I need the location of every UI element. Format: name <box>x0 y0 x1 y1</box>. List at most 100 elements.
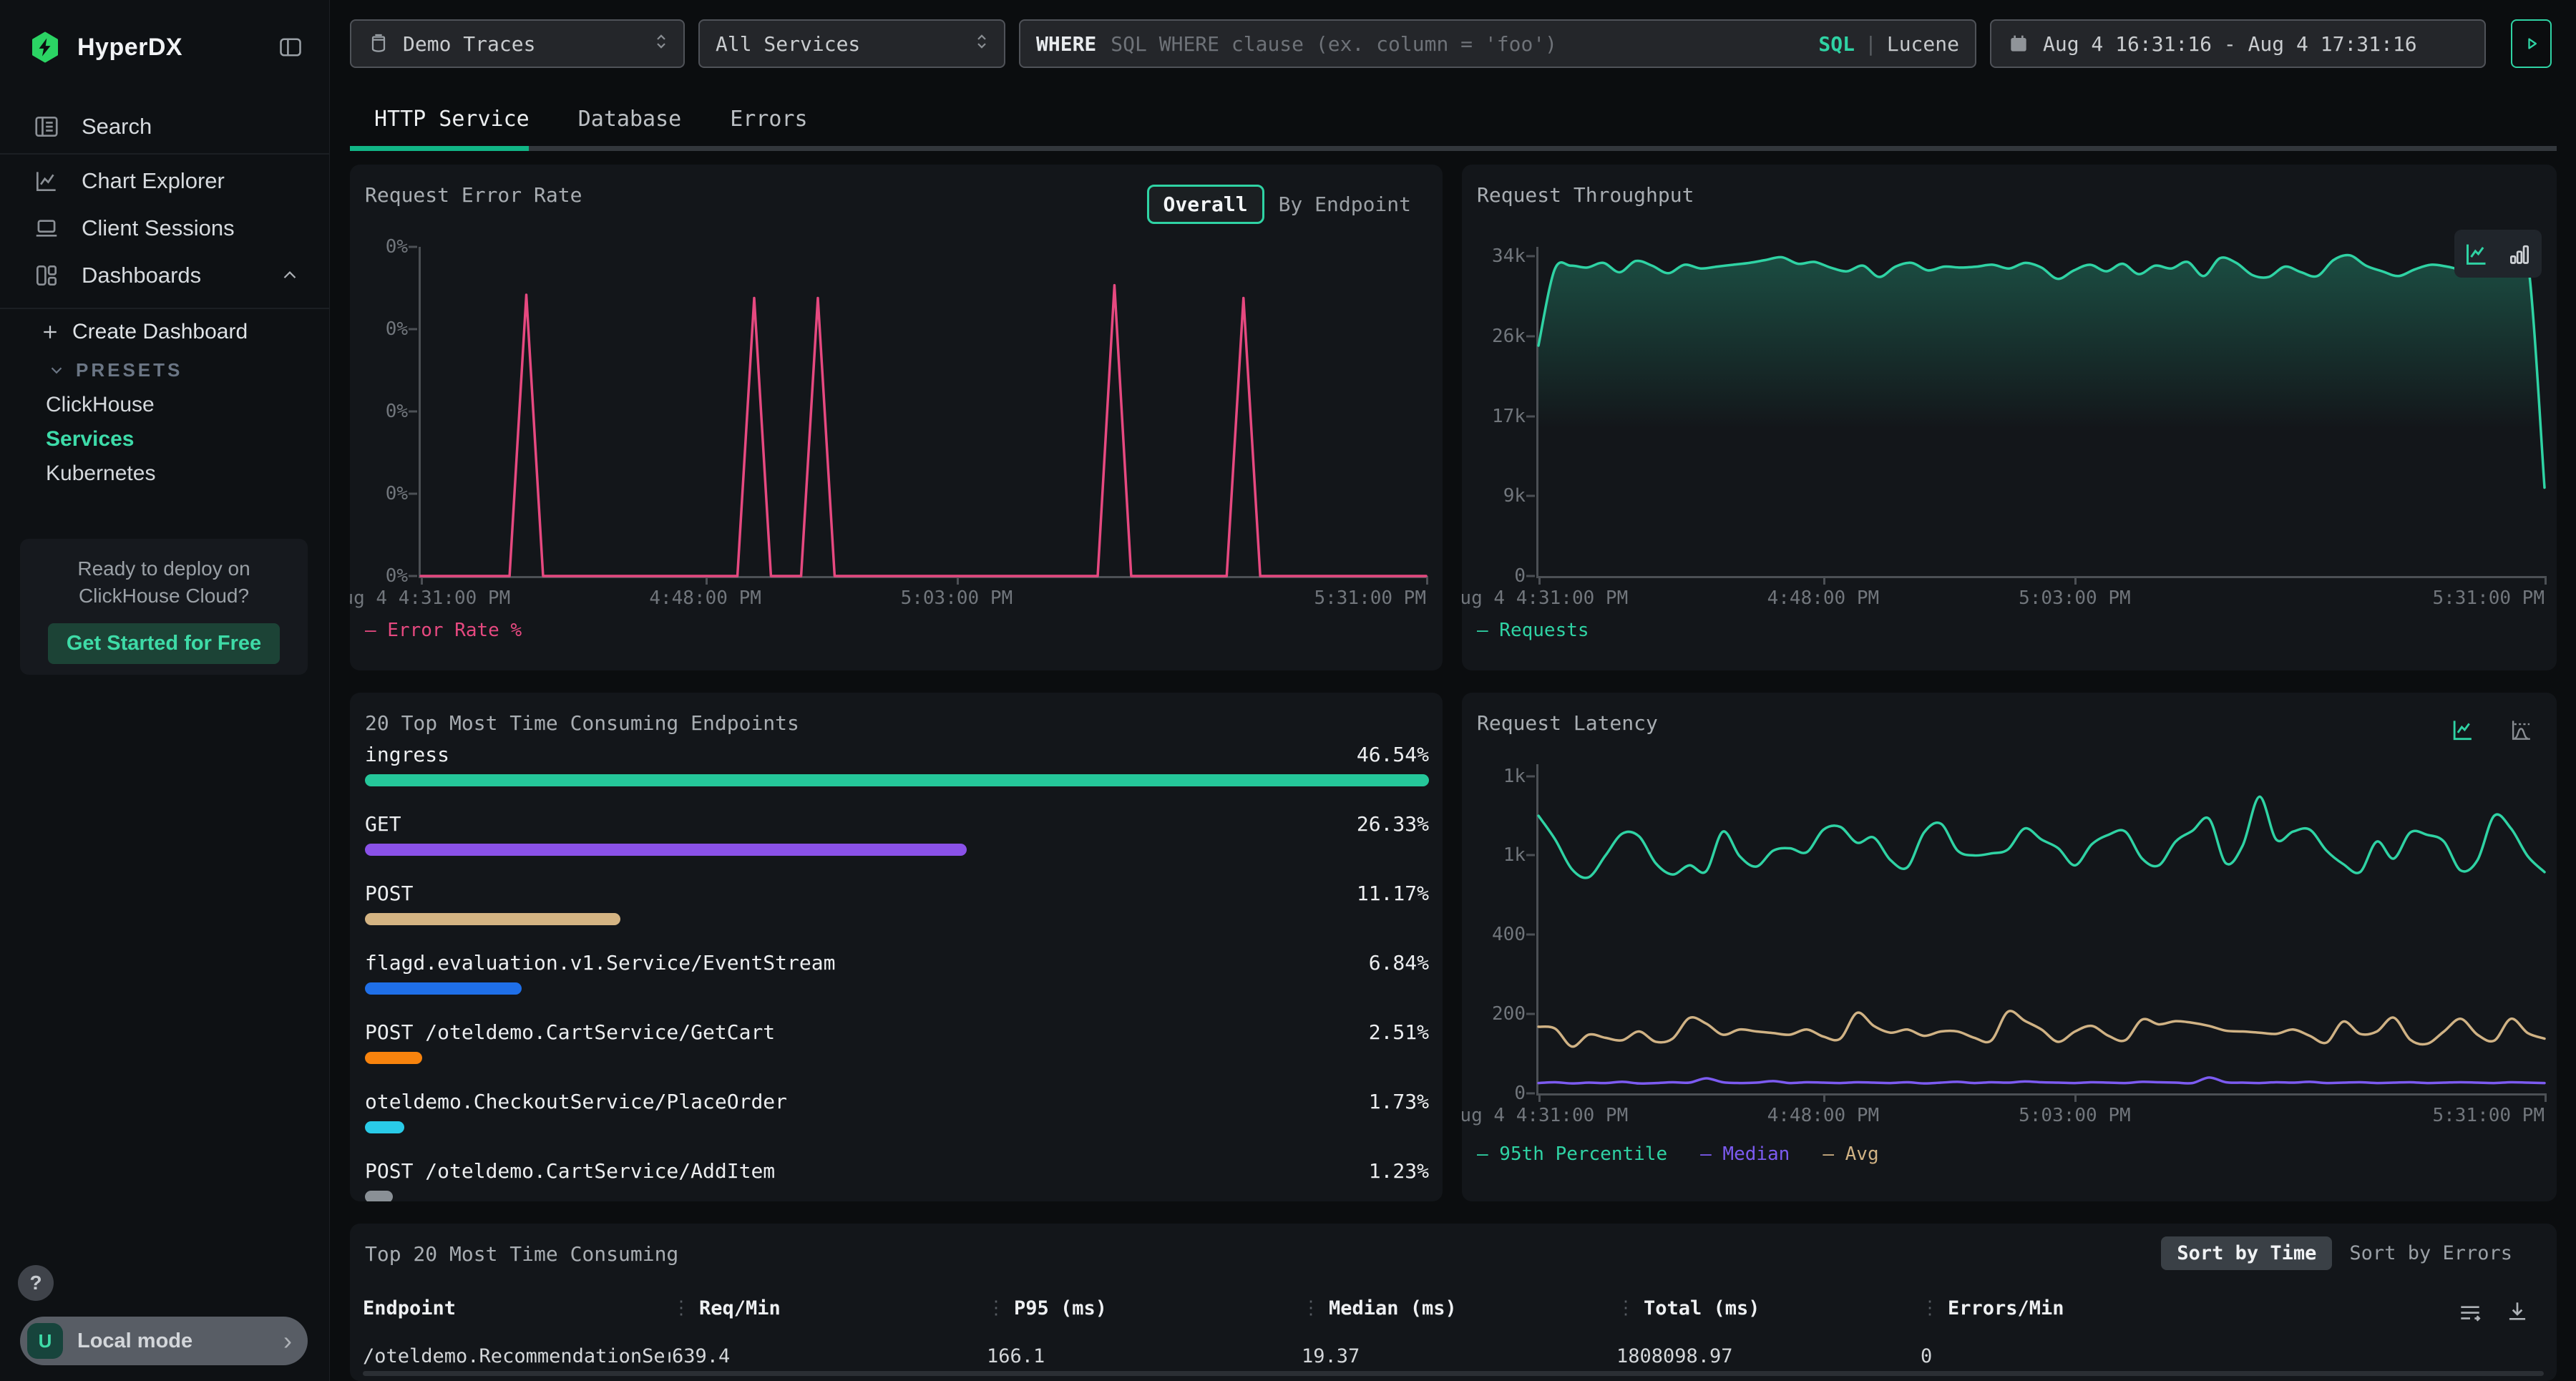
legend-95th-percentile[interactable]: — 95th Percentile <box>1477 1143 1667 1165</box>
column-header[interactable]: ⋮Total (ms) <box>1616 1292 1921 1324</box>
download-icon[interactable] <box>2504 1298 2531 1325</box>
endpoint-row[interactable]: GET26.33% <box>365 809 1429 879</box>
column-header[interactable]: ⋮Median (ms) <box>1302 1292 1616 1324</box>
tab-errors[interactable]: Errors <box>706 107 831 132</box>
legend-median[interactable]: — Median <box>1700 1143 1790 1165</box>
x-axis-tick: 5:03:00 PM <box>2019 1105 2131 1126</box>
endpoint-label: POST /oteldemo.CartService/AddItem <box>365 1159 775 1183</box>
select-chevrons-icon <box>650 31 672 57</box>
sidebar-item-services[interactable]: Services <box>0 422 329 457</box>
panel-title: 20 Top Most Time Consuming Endpoints <box>365 711 799 735</box>
column-header[interactable]: ⋮P95 (ms) <box>987 1292 1302 1324</box>
chevron-up-icon[interactable] <box>279 265 301 286</box>
x-axis-tick-mark <box>2074 1093 2077 1102</box>
overall-toggle-button[interactable]: Overall <box>1147 185 1264 224</box>
table-row[interactable]: /oteldemo.RecommendationServ639.4166.119… <box>363 1324 2478 1367</box>
endpoints-list: ingress46.54%GET26.33%POST11.17%flagd.ev… <box>365 740 1429 1201</box>
x-axis-tick-mark <box>421 576 423 585</box>
chart-explorer-icon <box>33 167 60 195</box>
legend-error-rate-[interactable]: — Error Rate % <box>365 620 522 641</box>
table-cell: 19.37 <box>1302 1324 1616 1367</box>
sidebar-item-dashboards[interactable]: Dashboards <box>0 252 329 299</box>
line-chart-icon[interactable] <box>2449 716 2477 743</box>
presets-label: PRESETS <box>76 359 182 381</box>
create-dashboard-button[interactable]: Create Dashboard <box>0 312 329 352</box>
latency-chart[interactable]: 02004001k1kAug 4 4:31:00 PM4:48:00 PM5:0… <box>1536 764 2545 1095</box>
endpoint-row[interactable]: flagd.evaluation.v1.Service/EventStream6… <box>365 948 1429 1018</box>
user-avatar: U <box>27 1323 63 1359</box>
y-axis-tick: 1k <box>1503 844 1526 866</box>
drag-handle-icon[interactable]: ⋮ <box>1921 1297 1939 1319</box>
drag-handle-icon[interactable]: ⋮ <box>987 1297 1005 1319</box>
run-query-button[interactable] <box>2511 19 2552 68</box>
histogram-icon[interactable] <box>2508 716 2535 743</box>
column-header[interactable]: Endpoint <box>363 1292 672 1324</box>
sort-by-time-button[interactable]: Sort by Time <box>2161 1236 2332 1270</box>
date-range-picker[interactable]: Aug 4 16:31:16 - Aug 4 17:31:16 <box>1990 19 2486 68</box>
help-button[interactable]: ? <box>18 1265 54 1301</box>
endpoint-row[interactable]: POST /oteldemo.CartService/GetCart2.51% <box>365 1018 1429 1087</box>
local-mode-label: Local mode <box>77 1329 192 1353</box>
presets-toggle[interactable]: PRESETS <box>0 353 329 386</box>
dashboards-icon <box>33 262 60 289</box>
preset-label: Kubernetes <box>46 462 155 486</box>
local-mode-button[interactable]: U Local mode › <box>20 1317 308 1365</box>
promo-text: ClickHouse Cloud? <box>20 585 308 607</box>
y-axis-tick-mark <box>409 575 417 577</box>
sort-by-errors-button[interactable]: Sort by Errors <box>2336 1236 2525 1270</box>
endpoint-bar <box>365 913 1429 925</box>
endpoint-row[interactable]: POST11.17% <box>365 879 1429 948</box>
y-axis-tick: 1k <box>1503 766 1526 787</box>
endpoint-bar <box>365 1052 1429 1064</box>
sidebar-item-search[interactable]: Search <box>0 100 329 153</box>
column-header[interactable]: ⋮Req/Min <box>672 1292 987 1324</box>
endpoint-bar <box>365 844 1429 856</box>
y-axis-tick-mark <box>409 328 417 331</box>
endpoint-row[interactable]: POST /oteldemo.CartService/AddItem1.23% <box>365 1156 1429 1201</box>
sql-mode-toggle[interactable]: SQL <box>1818 32 1855 56</box>
x-axis-tick: Aug 4 4:31:00 PM <box>1462 1105 1628 1126</box>
y-axis-tick-mark <box>409 493 417 495</box>
x-axis-tick-mark <box>1823 1093 1825 1102</box>
drag-handle-icon[interactable]: ⋮ <box>1616 1297 1635 1319</box>
drag-handle-icon[interactable]: ⋮ <box>672 1297 691 1319</box>
service-select[interactable]: All Services <box>698 19 1005 68</box>
sidebar-item-client-sessions[interactable]: Client Sessions <box>0 205 329 252</box>
endpoint-bar <box>365 1191 1429 1201</box>
horizontal-scrollbar[interactable] <box>363 1371 2544 1376</box>
sidebar-item-chart-explorer[interactable]: Chart Explorer <box>0 157 329 205</box>
bar-chart-icon[interactable] <box>2505 240 2534 268</box>
error-rate-chart[interactable]: 0%0%0%0%0%Aug 4 4:31:00 PM4:48:00 PM5:03… <box>419 247 1426 578</box>
legend-avg[interactable]: — Avg <box>1823 1143 1878 1165</box>
tab-http-service[interactable]: HTTP Service <box>350 107 554 132</box>
throughput-chart[interactable]: 09k17k26k34kAug 4 4:31:00 PM4:48:00 PM5:… <box>1536 247 2545 578</box>
column-settings-icon[interactable] <box>2457 1298 2484 1325</box>
get-started-button[interactable]: Get Started for Free <box>48 623 280 664</box>
sidebar-item-kubernetes[interactable]: Kubernetes <box>0 457 329 491</box>
column-header-label: Endpoint <box>363 1297 456 1319</box>
search-icon <box>33 113 60 140</box>
chart-legend: — Error Rate % <box>365 620 522 641</box>
collapse-sidebar-icon[interactable] <box>276 33 305 62</box>
by-endpoint-toggle-button[interactable]: By Endpoint <box>1279 192 1411 216</box>
x-axis-tick: 5:03:00 PM <box>901 587 1013 609</box>
x-axis-tick: 4:48:00 PM <box>649 587 761 609</box>
where-filter: WHERE SQL | Lucene <box>1019 19 1976 68</box>
tab-database[interactable]: Database <box>554 107 706 132</box>
endpoint-percent: 46.54% <box>1357 743 1429 766</box>
panel-top-20-table: Top 20 Most Time Consuming Sort by Time … <box>350 1224 2557 1381</box>
lucene-mode-toggle[interactable]: Lucene <box>1887 32 1959 56</box>
y-axis-tick-mark <box>1526 854 1535 857</box>
column-header[interactable]: ⋮Errors/Min <box>1921 1292 2478 1324</box>
x-axis-tick: Aug 4 4:31:00 PM <box>350 587 510 609</box>
endpoint-row[interactable]: oteldemo.CheckoutService/PlaceOrder1.73% <box>365 1087 1429 1156</box>
drag-handle-icon[interactable]: ⋮ <box>1302 1297 1320 1319</box>
legend-requests[interactable]: — Requests <box>1477 620 1589 641</box>
panel-top-endpoints: 20 Top Most Time Consuming Endpoints ing… <box>350 693 1443 1201</box>
where-input[interactable] <box>1109 31 1818 57</box>
sidebar-item-clickhouse[interactable]: ClickHouse <box>0 388 329 422</box>
endpoint-row[interactable]: ingress46.54% <box>365 740 1429 809</box>
line-chart-icon[interactable] <box>2462 240 2491 268</box>
app-title: HyperDX <box>77 34 182 62</box>
source-select[interactable]: Demo Traces <box>350 19 685 68</box>
